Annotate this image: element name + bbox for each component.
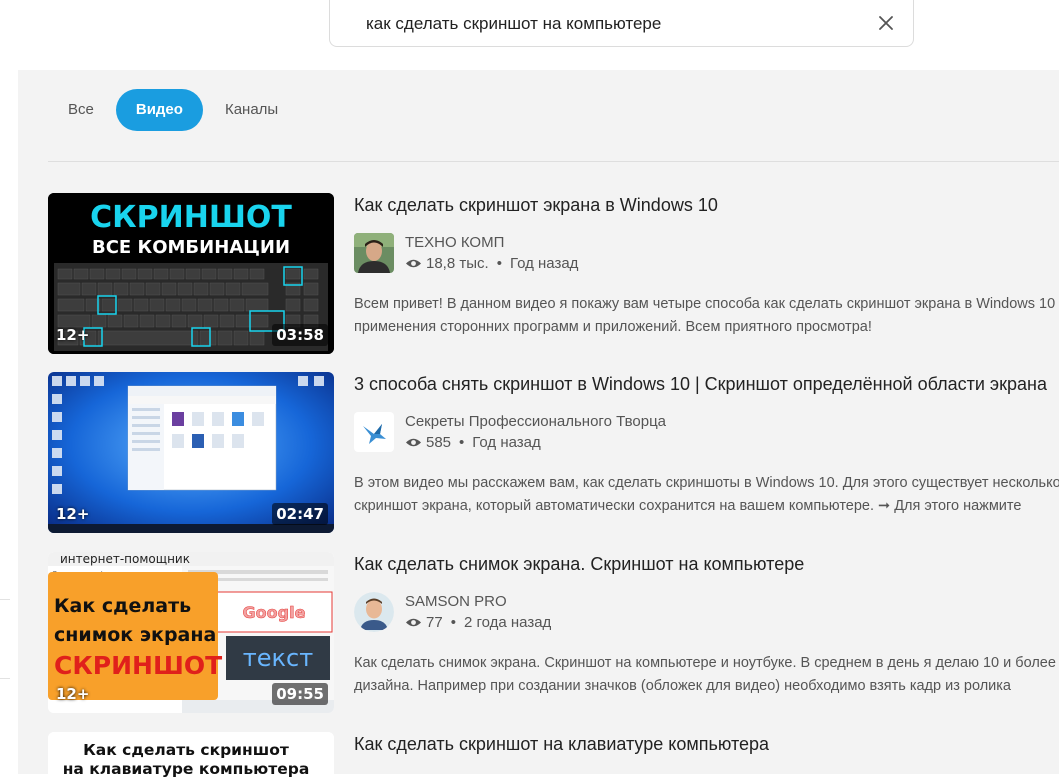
view-count: 585 [426, 434, 452, 451]
filter-tabs: Все Видео Каналы [48, 89, 300, 131]
published-age: Год назад [509, 255, 579, 272]
video-description: Как сделать снимок экрана. Скриншот на к… [354, 652, 1056, 698]
video-thumbnail[interactable]: 12+ 02:47 [48, 372, 334, 533]
video-meta: 77 • 2 года назад [405, 614, 551, 631]
video-info: Как сделать снимок экрана. Скриншот на к… [354, 552, 1059, 694]
channel-name[interactable]: Секреты Профессионального Творца [405, 413, 666, 430]
separator-dot: • [450, 614, 456, 631]
separator-dot: • [496, 255, 502, 272]
description-line: дизайна. Например при создании значков (… [354, 678, 1011, 694]
thumb-text-helper: интернет-помощник [60, 552, 190, 566]
video-meta: 18,8 тыс. • Год назад [405, 255, 578, 272]
search-box[interactable] [329, 0, 914, 47]
thumb-text-tekst: текст [243, 644, 313, 672]
description-line: В этом видео мы расскажем вам, как сдела… [354, 475, 1059, 491]
duration-badge: 09:55 [272, 683, 328, 705]
thumb-text-how: Как сделать скриншот [83, 741, 289, 759]
channel-row: ТЕХНО КОМП 18,8 тыс. • Год назад [354, 233, 1059, 275]
description-line: Как сделать снимок экрана. Скриншот на к… [354, 655, 1056, 671]
video-meta: 585 • Год назад [405, 434, 541, 451]
video-result: СКРИНШОТ ВСЕ КОМБИНАЦИИ 12+ 03:58 Как сд… [48, 193, 1059, 355]
strip-divider [0, 678, 10, 679]
close-icon[interactable] [877, 14, 895, 32]
duration-badge: 02:47 [272, 503, 328, 525]
thumb-text-how: Как сделать [54, 595, 191, 617]
channel-row: Секреты Профессионального Творца 585 • Г… [354, 412, 1059, 454]
tab-all[interactable]: Все [48, 89, 114, 131]
video-description: Всем привет! В данном видео я покажу вам… [354, 293, 1059, 339]
video-title[interactable]: Как сделать снимок экрана. Скриншот на к… [354, 554, 1059, 575]
eye-icon [406, 259, 421, 268]
channel-name[interactable]: ТЕХНО КОМП [405, 234, 504, 251]
separator-dot: • [459, 434, 465, 451]
avatar[interactable] [354, 592, 394, 632]
video-info: Как сделать скриншот экрана в Windows 10… [354, 193, 1059, 335]
view-count: 77 [426, 614, 443, 631]
eye-icon [406, 618, 421, 627]
video-description: В этом видео мы расскажем вам, как сдела… [354, 472, 1059, 518]
video-result: интернет-помощник Основная информация Go… [48, 552, 1059, 714]
avatar-image [354, 233, 394, 273]
video-thumbnail[interactable]: СКРИНШОТ ВСЕ КОМБИНАЦИИ 12+ 03:58 [48, 193, 334, 354]
video-info: Как сделать скриншот на клавиатуре компь… [354, 732, 1059, 755]
video-result: Как сделать скриншот на клавиатуре компь… [48, 732, 1059, 782]
thumb-text-snapshot: снимок экрана [54, 624, 216, 646]
description-line: скриншот экрана, который автоматически с… [354, 498, 1022, 514]
channel-row: SAMSON PRO 77 • 2 года назад [354, 592, 1059, 634]
tab-channels[interactable]: Каналы [205, 89, 298, 131]
thumb-text-google: Google [243, 603, 306, 622]
avatar-image [354, 592, 394, 632]
video-title[interactable]: 3 способа снять скриншот в Windows 10 | … [354, 374, 1059, 395]
divider [48, 161, 1059, 162]
thumb-text-screenshot: СКРИНШОТ [54, 651, 222, 680]
thumb-text-skrinshot: СКРИНШОТ [90, 200, 292, 235]
thumb-text-keyboard: на клавиатуре компьютера [63, 760, 310, 778]
avatar-image [354, 412, 394, 452]
published-age: 2 года назад [463, 614, 552, 631]
thumb-text-combinations: ВСЕ КОМБИНАЦИИ [92, 237, 290, 258]
eye-icon [406, 438, 421, 447]
results-panel: Все Видео Каналы СКРИНШОТ ВСЕ КОМБИНАЦИИ [18, 70, 1059, 782]
left-strip [0, 70, 18, 774]
published-age: Год назад [472, 434, 541, 451]
video-info: 3 способа снять скриншот в Windows 10 | … [354, 372, 1059, 514]
video-title[interactable]: Как сделать скриншот экрана в Windows 10 [354, 195, 1059, 216]
description-line: Всем привет! В данном видео я покажу вам… [354, 296, 1059, 312]
channel-name[interactable]: SAMSON PRO [405, 593, 507, 610]
video-thumbnail[interactable]: интернет-помощник Основная информация Go… [48, 552, 334, 713]
duration-badge: 03:58 [272, 324, 328, 346]
age-rating-badge: 12+ [56, 685, 90, 703]
avatar[interactable] [354, 233, 394, 273]
age-rating-badge: 12+ [56, 326, 90, 344]
search-input[interactable] [366, 12, 846, 36]
avatar[interactable] [354, 412, 394, 452]
tab-video[interactable]: Видео [115, 89, 203, 131]
video-thumbnail[interactable]: Как сделать скриншот на клавиатуре компь… [48, 732, 334, 782]
strip-divider [0, 599, 10, 600]
view-count: 18,8 тыс. [426, 255, 489, 272]
top-bar [0, 0, 1059, 70]
description-line: применения сторонних программ и приложен… [354, 319, 872, 335]
age-rating-badge: 12+ [56, 505, 90, 523]
video-result: 12+ 02:47 3 способа снять скриншот в Win… [48, 372, 1059, 534]
thumbnail-art: Как сделать скриншот на клавиатуре компь… [48, 732, 334, 782]
video-title[interactable]: Как сделать скриншот на клавиатуре компь… [354, 734, 1059, 755]
